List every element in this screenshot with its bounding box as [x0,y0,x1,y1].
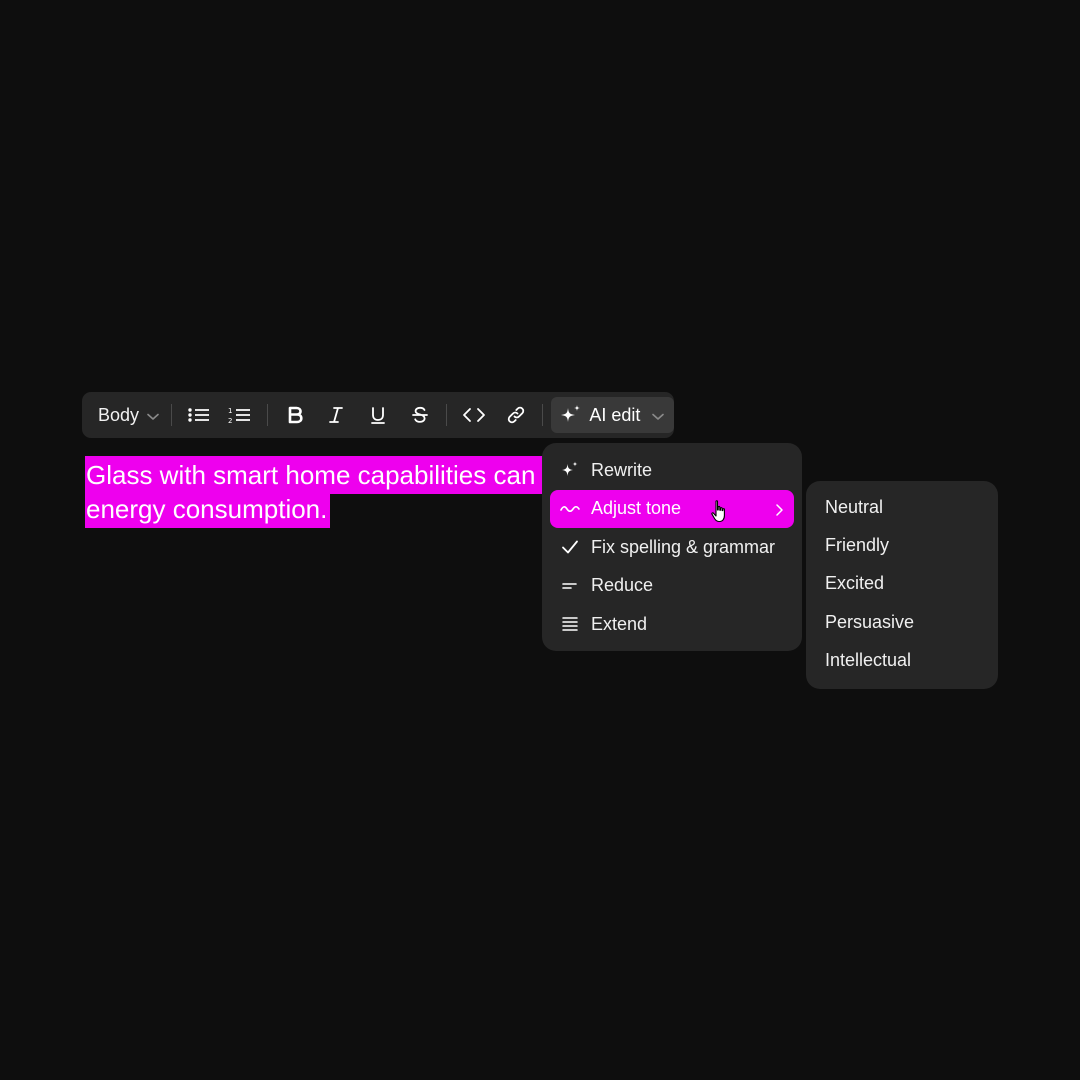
menu-item-rewrite[interactable]: Rewrite [550,451,794,490]
toolbar-divider [171,404,173,426]
code-icon [463,408,485,422]
ai-edit-button[interactable]: AI edit [551,397,675,433]
text-style-dropdown[interactable]: Body [92,398,165,432]
menu-item-fix-spelling[interactable]: Fix spelling & grammar [550,528,794,567]
ai-edit-menu: Rewrite Adjust tone Fix spelling & gramm… [542,443,802,651]
checkmark-icon [560,537,580,557]
chevron-right-icon [774,501,784,522]
short-lines-icon [560,576,580,596]
wave-icon [560,499,580,519]
menu-item-label: Adjust tone [591,498,682,519]
paragraph-lines-icon [560,614,580,634]
toolbar-divider [542,404,544,426]
menu-item-adjust-tone[interactable]: Adjust tone [550,489,794,530]
text-style-label: Body [98,404,140,425]
menu-item-extend[interactable]: Extend [550,605,794,644]
numbered-list-icon: 1 2 [228,407,251,425]
underline-icon [371,407,385,424]
tone-option-intellectual[interactable]: Intellectual [806,642,998,680]
menu-item-label: Fix spelling & grammar [591,536,776,557]
toolbar-divider [446,404,448,426]
sparkle-icon [560,460,580,480]
menu-item-label: Rewrite [591,459,653,480]
formatting-toolbar: Body 1 2 AI edit [82,392,675,438]
tone-submenu: Neutral Friendly Excited Persuasive Inte… [806,481,998,689]
toolbar-divider [267,404,269,426]
tone-option-friendly[interactable]: Friendly [806,526,998,564]
menu-item-reduce[interactable]: Reduce [550,567,794,606]
numbered-list-button[interactable]: 1 2 [221,398,261,432]
italic-icon [329,407,344,423]
bullet-list-icon [188,408,209,422]
sparkle-icon [561,405,581,422]
svg-text:1: 1 [228,407,232,415]
chevron-down-icon [652,405,665,426]
ai-edit-label: AI edit [589,404,641,425]
link-icon [507,406,524,424]
menu-item-label: Extend [591,613,648,634]
strikethrough-button[interactable] [400,398,440,432]
bullet-list-button[interactable] [179,398,219,432]
code-button[interactable] [454,398,494,432]
menu-item-label: Reduce [591,575,654,596]
bold-icon [288,406,303,424]
strikethrough-icon [411,406,428,423]
svg-text:2: 2 [228,417,232,425]
pointer-hand-cursor-icon [710,499,732,530]
bold-button[interactable] [275,398,315,432]
underline-button[interactable] [358,398,398,432]
link-button[interactable] [496,398,536,432]
tone-option-excited[interactable]: Excited [806,565,998,603]
chevron-down-icon [147,405,159,426]
italic-button[interactable] [317,398,357,432]
tone-option-neutral[interactable]: Neutral [806,488,998,526]
tone-option-persuasive[interactable]: Persuasive [806,603,998,641]
